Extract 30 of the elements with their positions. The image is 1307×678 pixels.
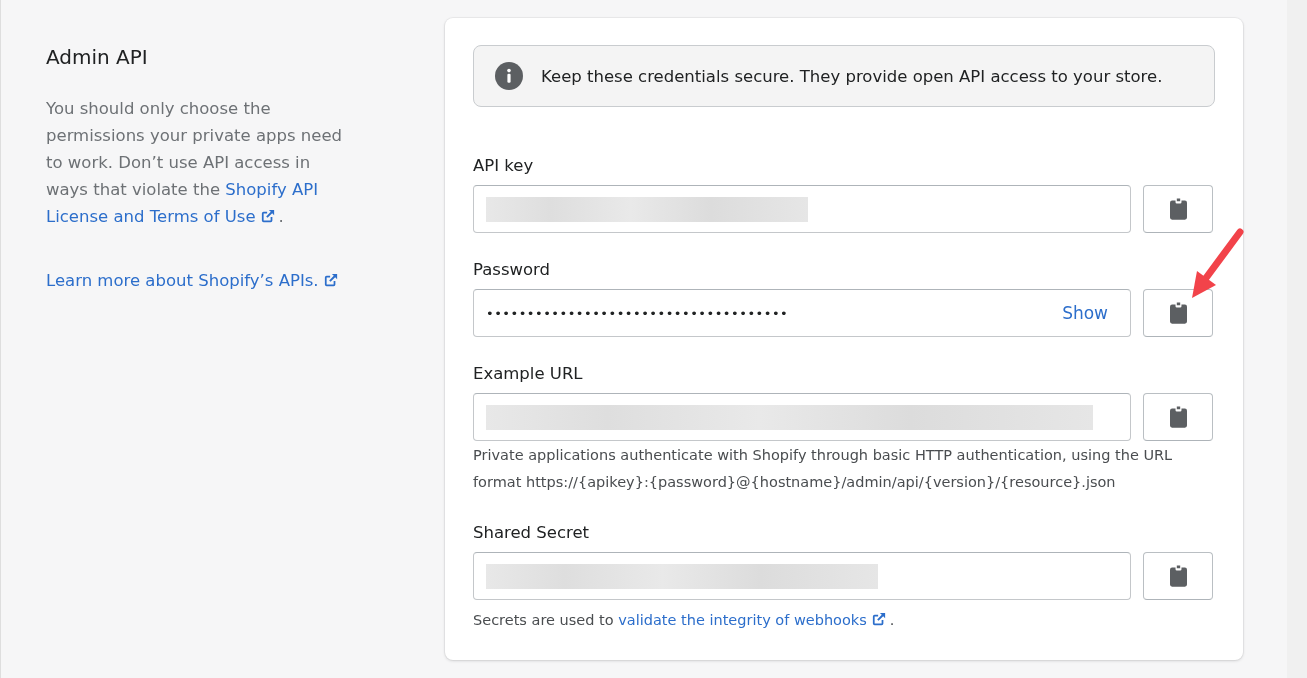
password-field[interactable]: ••••••••••••••••••••••••••••••••••••• Show (473, 289, 1131, 337)
link[interactable]: License and Terms of Use (46, 207, 256, 226)
external-link-icon (323, 273, 338, 287)
notice-text: Keep these credentials secure. They provide open API access to your store. (541, 66, 1163, 86)
copy-button[interactable] (1143, 289, 1213, 337)
clipboard-icon (1169, 565, 1187, 587)
external-link-icon (260, 209, 275, 223)
link[interactable]: validate the integrity of webhooks (618, 612, 867, 628)
field-label: Example URL (473, 363, 583, 385)
show-link[interactable]: Show (1062, 303, 1108, 323)
copy-button[interactable] (1143, 552, 1213, 600)
help-text: Secrets are used to validate the integrity of webhooks . (473, 611, 896, 630)
field-label: API key (473, 155, 534, 177)
text-field[interactable] (473, 185, 1131, 233)
copy-button[interactable] (1143, 185, 1213, 233)
copy-button[interactable] (1143, 393, 1213, 441)
external-link-icon (871, 612, 886, 626)
link[interactable]: Shopify API (225, 180, 318, 199)
field-label: Shared Secret (473, 522, 590, 544)
clipboard-icon (1169, 406, 1187, 428)
text-field[interactable] (473, 393, 1131, 441)
field-label: Password (473, 259, 551, 281)
learn-more-link[interactable]: Learn more about Shopify’s APIs. (46, 271, 319, 290)
help-text: Private applications authenticate with Shopify through basic HTTP authentication, using the URL format https://{apikey}:{password}@{hostname}/admin/api/{version}/{resource}.json (473, 446, 1174, 492)
clipboard-icon (1169, 198, 1187, 220)
clipboard-icon (1169, 302, 1187, 324)
text-field[interactable] (473, 552, 1131, 600)
info-icon (495, 62, 523, 90)
section-description: You should only choose the permissions your private apps need to work. Don’t use API access in ways that violate the Shopify API License and Terms of Use . (46, 98, 343, 228)
section-title: Admin API (46, 44, 148, 71)
